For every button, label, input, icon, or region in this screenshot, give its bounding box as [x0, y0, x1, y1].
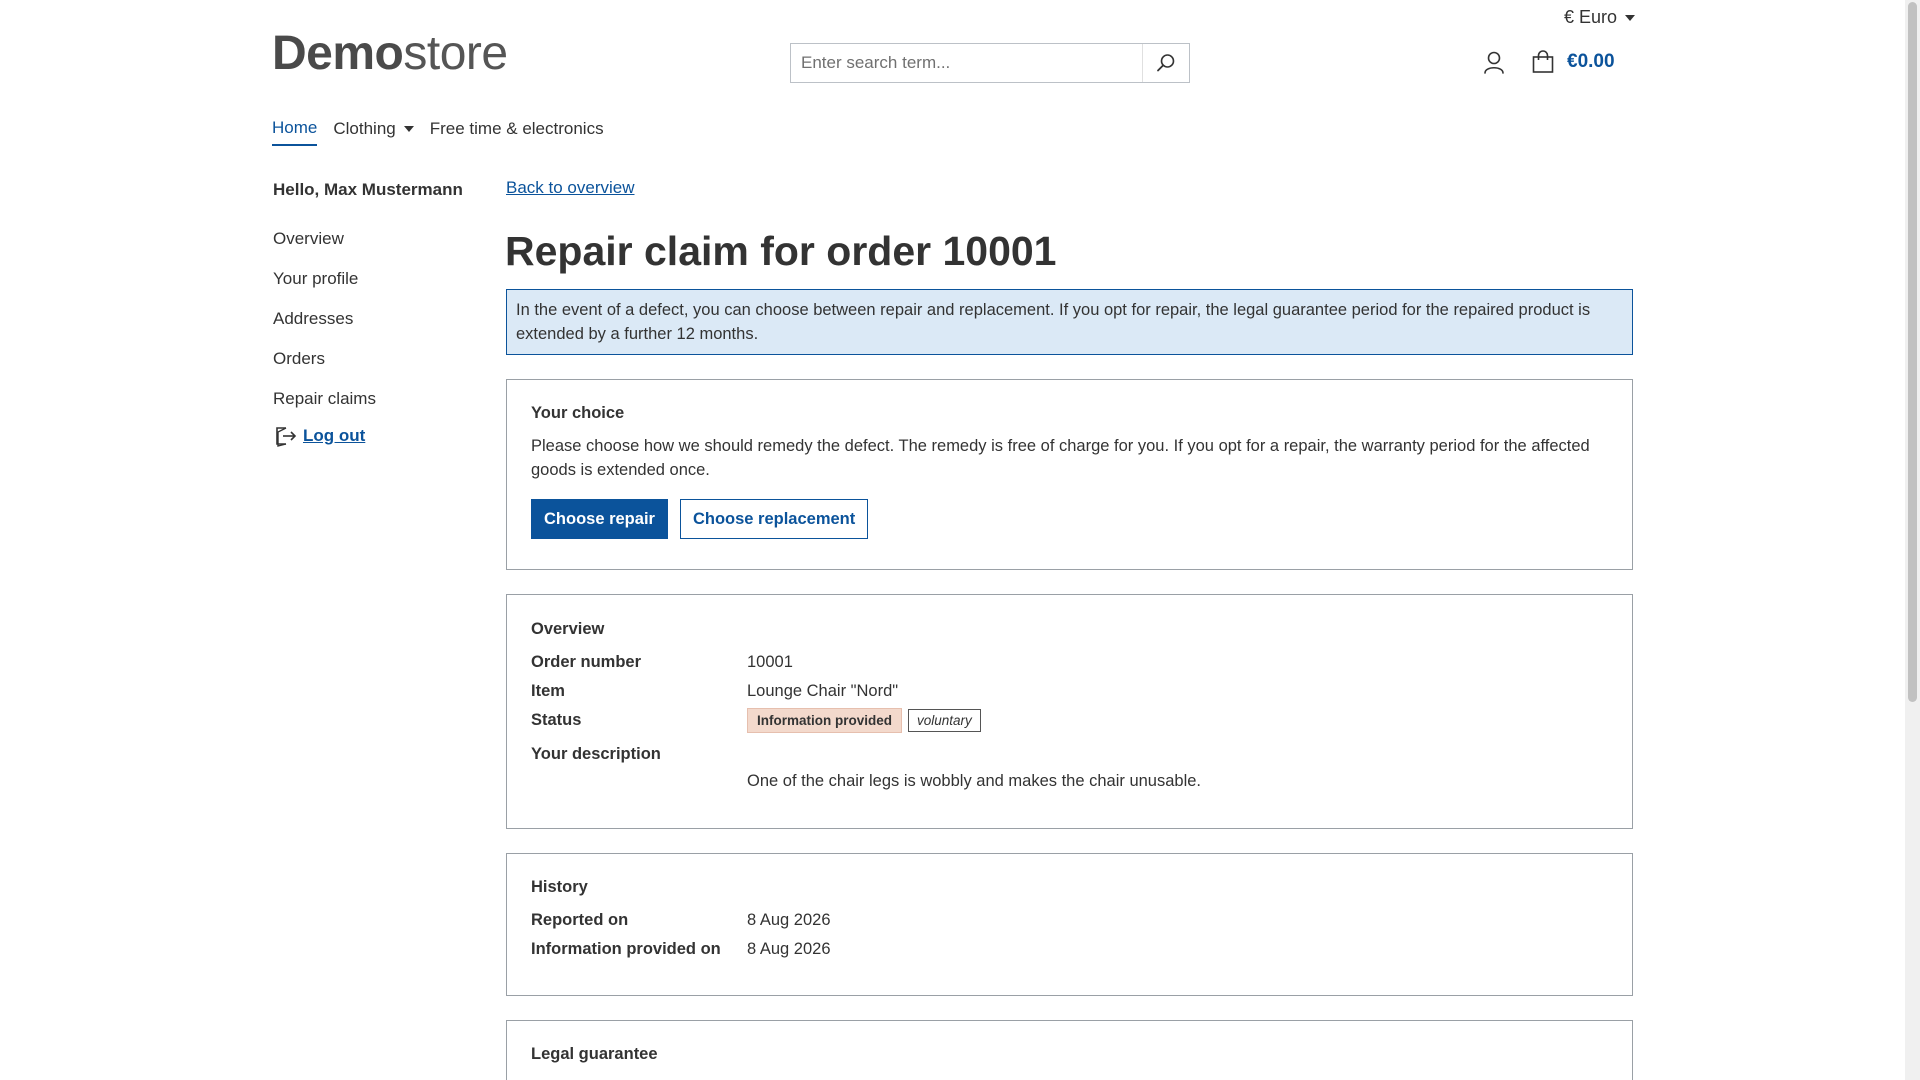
user-icon: [1484, 51, 1504, 74]
description-value: One of the chair legs is wobbly and make…: [747, 772, 1202, 790]
order-number-label: Order number: [531, 653, 642, 671]
search-button[interactable]: [1142, 44, 1189, 82]
nav-item-clothing-label: Clothing: [333, 119, 396, 138]
sidebar-item-repair-claims[interactable]: Repair claims: [273, 388, 376, 409]
account-greeting: Hello, Max Mustermann: [273, 180, 463, 199]
status-value: Information provided voluntary: [747, 708, 1608, 733]
info-alert: In the event of a defect, you can choose…: [506, 289, 1633, 355]
legal-guarantee-title: Legal guarantee: [531, 1045, 658, 1063]
nav-item-home[interactable]: Home: [272, 118, 318, 146]
logout-link[interactable]: Log out: [273, 424, 365, 448]
account-button[interactable]: [1483, 51, 1505, 80]
overview-card: Overview Order number 10001 Item Lounge …: [506, 594, 1633, 829]
history-card: History Reported on 8 Aug 2026 Informati…: [506, 853, 1633, 996]
chevron-down-icon: [1625, 14, 1636, 21]
legal-guarantee-card: Legal guarantee: [506, 1020, 1633, 1080]
nav-item-free-time[interactable]: Free time & electronics: [430, 118, 604, 146]
choice-title: Your choice: [531, 404, 625, 422]
choice-card: Your choice Please choose how we should …: [506, 379, 1633, 570]
search-bar: [790, 43, 1190, 83]
voluntary-tag: voluntary: [908, 709, 981, 732]
reported-on-value: 8 Aug 2026: [747, 911, 831, 929]
search-icon: [1157, 54, 1175, 72]
description-label: Your description: [531, 745, 661, 763]
overview-details: Order number 10001 Item Lounge Chair "No…: [531, 653, 1608, 791]
logout-icon: [276, 427, 297, 447]
history-title: History: [531, 878, 588, 896]
reported-on-label: Reported on: [531, 911, 629, 929]
currency-label: € Euro: [1564, 7, 1618, 27]
information-provided-on-value: 8 Aug 2026: [747, 940, 831, 958]
search-input[interactable]: [791, 44, 1142, 82]
page-title: Repair claim for order 10001: [505, 228, 1057, 274]
main-navigation: Home Clothing Free time & electronics: [272, 118, 604, 146]
sidebar-item-overview[interactable]: Overview: [273, 228, 376, 249]
back-to-overview-link[interactable]: Back to overview: [506, 178, 635, 198]
choice-text: Please choose how we should remedy the d…: [531, 437, 1590, 479]
sidebar-item-profile[interactable]: Your profile: [273, 268, 376, 289]
cart-button[interactable]: €0.00: [1531, 50, 1615, 74]
information-provided-on-label: Information provided on: [531, 940, 721, 958]
choose-repair-button[interactable]: Choose repair: [531, 499, 668, 539]
scrollbar-thumb[interactable]: [1908, 2, 1917, 702]
order-number-value: 10001: [747, 653, 793, 671]
chevron-down-icon: [403, 126, 414, 132]
status-label: Status: [531, 711, 582, 729]
cart-total: €0.00: [1567, 51, 1615, 72]
logo-light: store: [403, 27, 508, 80]
page-scrollbar[interactable]: [1905, 0, 1920, 1080]
account-sidebar: Overview Your profile Addresses Orders R…: [273, 228, 376, 409]
sidebar-item-orders[interactable]: Orders: [273, 348, 376, 369]
shopping-bag-icon: [1532, 50, 1554, 73]
logout-label: Log out: [303, 426, 366, 445]
overview-title: Overview: [531, 620, 605, 638]
store-logo[interactable]: Demostore: [272, 30, 508, 78]
nav-item-clothing[interactable]: Clothing: [333, 118, 414, 146]
choice-buttons: Choose repair Choose replacement: [531, 499, 1608, 539]
currency-selector[interactable]: € Euro: [1564, 7, 1636, 28]
item-value: Lounge Chair "Nord": [747, 682, 899, 700]
choose-replacement-button[interactable]: Choose replacement: [679, 499, 869, 539]
history-details: Reported on 8 Aug 2026 Information provi…: [531, 911, 1608, 959]
item-label: Item: [531, 682, 565, 700]
sidebar-item-addresses[interactable]: Addresses: [273, 308, 376, 329]
status-badge: Information provided: [747, 708, 902, 733]
logo-bold: Demo: [272, 27, 404, 80]
